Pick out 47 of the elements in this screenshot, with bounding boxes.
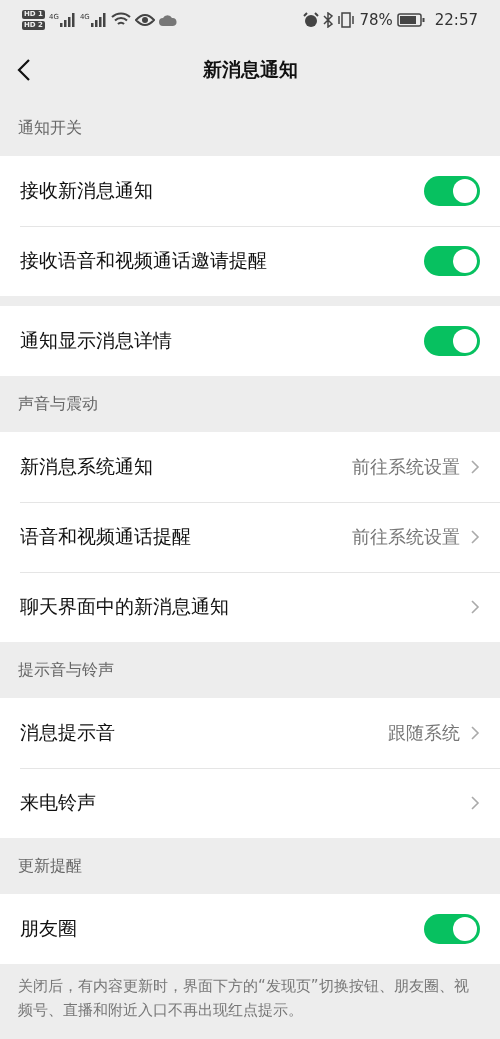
setting-value: 前往系统设置 bbox=[352, 525, 460, 549]
settings-row[interactable]: 聊天界面中的新消息通知 bbox=[0, 572, 500, 642]
settings-row[interactable]: 消息提示音 跟随系统 bbox=[0, 698, 500, 768]
row-label: 语音和视频通话提醒 bbox=[20, 524, 192, 549]
toggle-switch[interactable] bbox=[424, 176, 480, 206]
eye-icon bbox=[134, 13, 155, 27]
setting-value: 前往系统设置 bbox=[352, 455, 460, 479]
toggle-switch[interactable] bbox=[424, 246, 480, 276]
clock-time: 22:57 bbox=[434, 11, 478, 29]
chevron-icon bbox=[470, 599, 480, 615]
section-header: 通知开关 bbox=[18, 117, 82, 139]
cloud-icon bbox=[158, 14, 177, 26]
settings-row[interactable]: 来电铃声 bbox=[0, 768, 500, 838]
row-label: 消息提示音 bbox=[20, 720, 116, 745]
battery-percent: 78% bbox=[359, 11, 393, 29]
settings-row[interactable]: 语音和视频通话提醒 前往系统设置 bbox=[0, 502, 500, 572]
section-header: 更新提醒 bbox=[18, 855, 82, 877]
row-label: 来电铃声 bbox=[20, 790, 97, 815]
row-label: 新消息系统通知 bbox=[20, 454, 154, 479]
settings-row[interactable]: 通知显示消息详情 bbox=[0, 306, 500, 376]
setting-value: 跟随系统 bbox=[388, 721, 460, 745]
row-label: 接收语音和视频通话邀请提醒 bbox=[20, 248, 268, 273]
row-label: 聊天界面中的新消息通知 bbox=[20, 594, 230, 619]
row-label: 接收新消息通知 bbox=[20, 178, 154, 203]
section-header: 声音与震动 bbox=[18, 393, 98, 415]
row-label: 朋友圈 bbox=[20, 916, 78, 941]
section-note: 关闭后，有内容更新时，界面下方的“发现页”切换按钮、朋友圈、视频号、直播和附近入口不再出现红点提示。 bbox=[17, 976, 470, 1021]
section-header: 提示音与铃声 bbox=[18, 659, 114, 681]
page-title: 新消息通知 bbox=[202, 57, 298, 82]
chevron-icon bbox=[470, 795, 480, 811]
chevron-icon bbox=[470, 529, 480, 545]
settings-row[interactable]: 接收语音和视频通话邀请提醒 bbox=[0, 226, 500, 296]
settings-row[interactable]: 新消息系统通知 前往系统设置 bbox=[0, 432, 500, 502]
alarm-icon bbox=[303, 12, 320, 28]
toggle-switch[interactable] bbox=[424, 914, 480, 944]
battery-icon bbox=[396, 13, 425, 27]
signal-icon bbox=[90, 13, 107, 27]
chevron-icon bbox=[470, 459, 480, 475]
toggle-switch[interactable] bbox=[424, 326, 480, 356]
back-icon[interactable] bbox=[16, 58, 32, 82]
settings-row[interactable]: 朋友圈 bbox=[0, 894, 500, 964]
bluetooth-icon bbox=[323, 12, 334, 28]
signal-icon bbox=[59, 13, 76, 27]
chevron-icon bbox=[470, 725, 480, 741]
vibrate-icon bbox=[337, 12, 356, 28]
settings-row[interactable]: 接收新消息通知 bbox=[0, 156, 500, 226]
row-label: 通知显示消息详情 bbox=[20, 328, 173, 353]
